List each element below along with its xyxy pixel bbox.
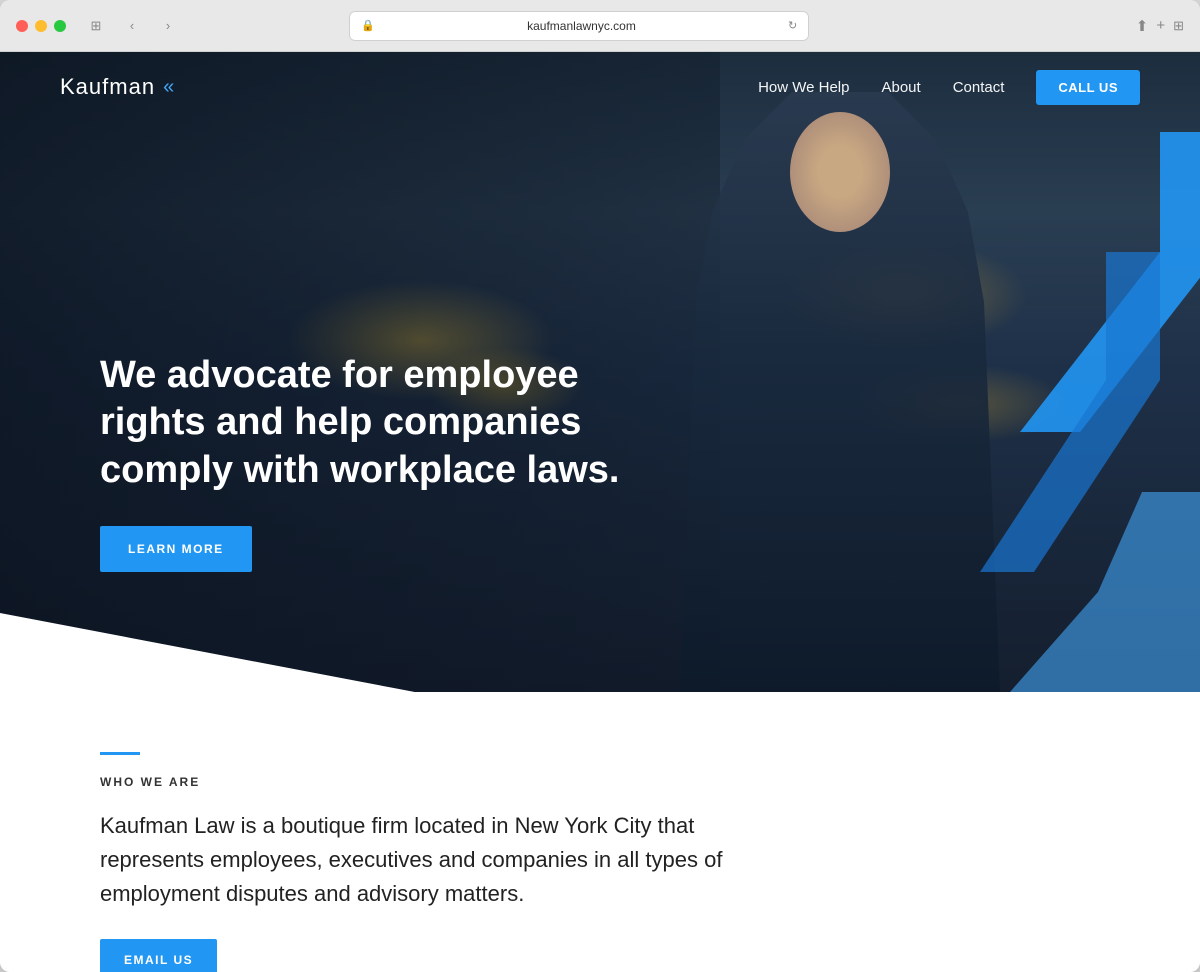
hero-content: We advocate for employee rights and help… [100, 352, 620, 573]
nav-link-how-we-help[interactable]: How We Help [758, 79, 849, 96]
browser-window: ⊞ ‹ › 🔒 kaufmanlawnyc.com ↻ ⬆ + ⊞ [0, 0, 1200, 972]
learn-more-button[interactable]: LEARN MORE [100, 526, 252, 572]
nav-link-about[interactable]: About [881, 79, 920, 96]
browser-titlebar: ⊞ ‹ › 🔒 kaufmanlawnyc.com ↻ ⬆ + ⊞ [0, 0, 1200, 52]
hero-section: Kaufman « How We Help About Contact CALL… [0, 52, 1200, 692]
share-icon[interactable]: ⬆ [1136, 17, 1149, 35]
maximize-button[interactable] [54, 20, 66, 32]
site-logo[interactable]: Kaufman « [60, 74, 758, 100]
hero-headline: We advocate for employee rights and help… [100, 352, 620, 495]
reload-icon: ↻ [788, 19, 797, 32]
sidebar-toggle-button[interactable]: ⊞ [82, 15, 110, 37]
forward-button[interactable]: › [154, 15, 182, 37]
traffic-lights [16, 20, 66, 32]
back-button[interactable]: ‹ [118, 15, 146, 37]
nav-links: How We Help About Contact CALL US [758, 70, 1140, 105]
tabs-icon[interactable]: ⊞ [1173, 18, 1184, 34]
nav-link-contact[interactable]: Contact [953, 79, 1005, 96]
who-we-are-body: Kaufman Law is a boutique firm located i… [100, 809, 780, 911]
email-us-button[interactable]: EMAIL US [100, 939, 217, 972]
site-nav: Kaufman « How We Help About Contact CALL… [0, 52, 1200, 122]
url-display: kaufmanlawnyc.com [381, 19, 782, 33]
logo-chevrons-icon: « [163, 76, 174, 99]
hero-person-head [790, 112, 890, 232]
chevron-decorations [920, 52, 1200, 692]
who-we-are-section: WHO WE ARE Kaufman Law is a boutique fir… [0, 692, 1200, 972]
address-bar[interactable]: 🔒 kaufmanlawnyc.com ↻ [349, 11, 809, 41]
section-label: WHO WE ARE [100, 775, 1100, 789]
security-icon: 🔒 [361, 19, 375, 32]
minimize-button[interactable] [35, 20, 47, 32]
browser-toolbar-right: ⬆ + ⊞ [1136, 17, 1184, 35]
section-divider [100, 752, 140, 755]
logo-text: Kaufman [60, 74, 155, 100]
new-tab-icon[interactable]: + [1156, 17, 1165, 34]
close-button[interactable] [16, 20, 28, 32]
call-us-button[interactable]: CALL US [1036, 70, 1140, 105]
website-content: Kaufman « How We Help About Contact CALL… [0, 52, 1200, 972]
